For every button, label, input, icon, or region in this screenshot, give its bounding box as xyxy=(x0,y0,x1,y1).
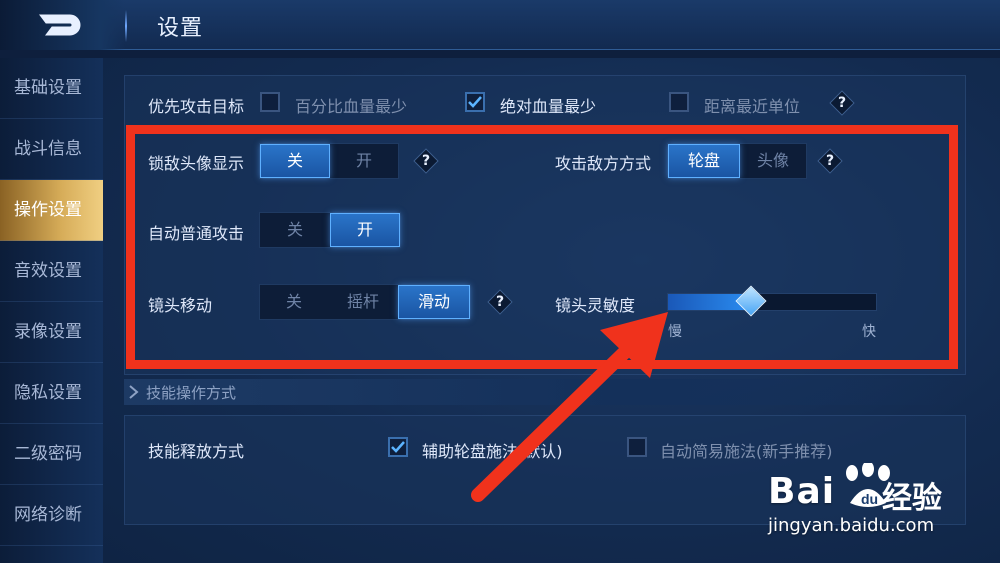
watermark-brand: Bai xyxy=(768,471,836,512)
watermark-brand-cn: 经验 xyxy=(882,481,942,516)
priority-target-label: 优先攻击目标 xyxy=(148,97,245,116)
sidebar-item-replay[interactable]: 录像设置 xyxy=(0,302,103,363)
percent-hp-checkbox[interactable] xyxy=(260,92,280,112)
watermark-url: jingyan.baidu.com xyxy=(768,515,935,536)
assisted-wheel-label: 辅助轮盘施法(默认) xyxy=(422,442,563,461)
header-divider xyxy=(125,10,127,42)
auto-simple-checkbox[interactable] xyxy=(627,437,647,457)
priority-target-help-icon[interactable]: ? xyxy=(829,90,855,116)
percent-hp-label: 百分比血量最少 xyxy=(295,97,408,116)
sidebar-item-privacy[interactable]: 隐私设置 xyxy=(0,363,103,424)
highlight-annotation-box xyxy=(126,125,958,369)
sidebar: 基础设置 战斗信息 操作设置 音效设置 录像设置 隐私设置 二级密码 网络诊断 xyxy=(0,58,103,563)
nearest-unit-label: 距离最近单位 xyxy=(704,97,801,116)
sidebar-item-basic[interactable]: 基础设置 xyxy=(0,58,103,119)
header-bar: 设置 xyxy=(0,0,1000,50)
assisted-wheel-checkbox[interactable] xyxy=(388,437,408,457)
nearest-unit-checkbox[interactable] xyxy=(669,92,689,112)
back-icon xyxy=(39,14,81,36)
sidebar-item-secondary-password[interactable]: 二级密码 xyxy=(0,424,103,485)
chevron-right-icon xyxy=(129,385,139,399)
back-button[interactable] xyxy=(0,0,125,50)
skill-section-header[interactable]: 技能操作方式 xyxy=(124,379,966,405)
absolute-hp-checkbox[interactable] xyxy=(465,92,485,112)
page-title: 设置 xyxy=(157,16,204,41)
sidebar-item-battle-info[interactable]: 战斗信息 xyxy=(0,119,103,180)
skill-release-label: 技能释放方式 xyxy=(148,442,245,461)
check-icon xyxy=(391,441,405,453)
check-icon xyxy=(468,96,482,108)
baidu-jingyan-watermark: du Bai 经验 jingyan.baidu.com xyxy=(760,455,990,545)
svg-text:du: du xyxy=(861,491,878,507)
skill-section-title: 技能操作方式 xyxy=(146,384,237,402)
sidebar-item-sound[interactable]: 音效设置 xyxy=(0,241,103,302)
absolute-hp-label: 绝对血量最少 xyxy=(500,97,597,116)
sidebar-item-network[interactable]: 网络诊断 xyxy=(0,485,103,546)
sidebar-item-controls[interactable]: 操作设置 xyxy=(0,180,103,241)
